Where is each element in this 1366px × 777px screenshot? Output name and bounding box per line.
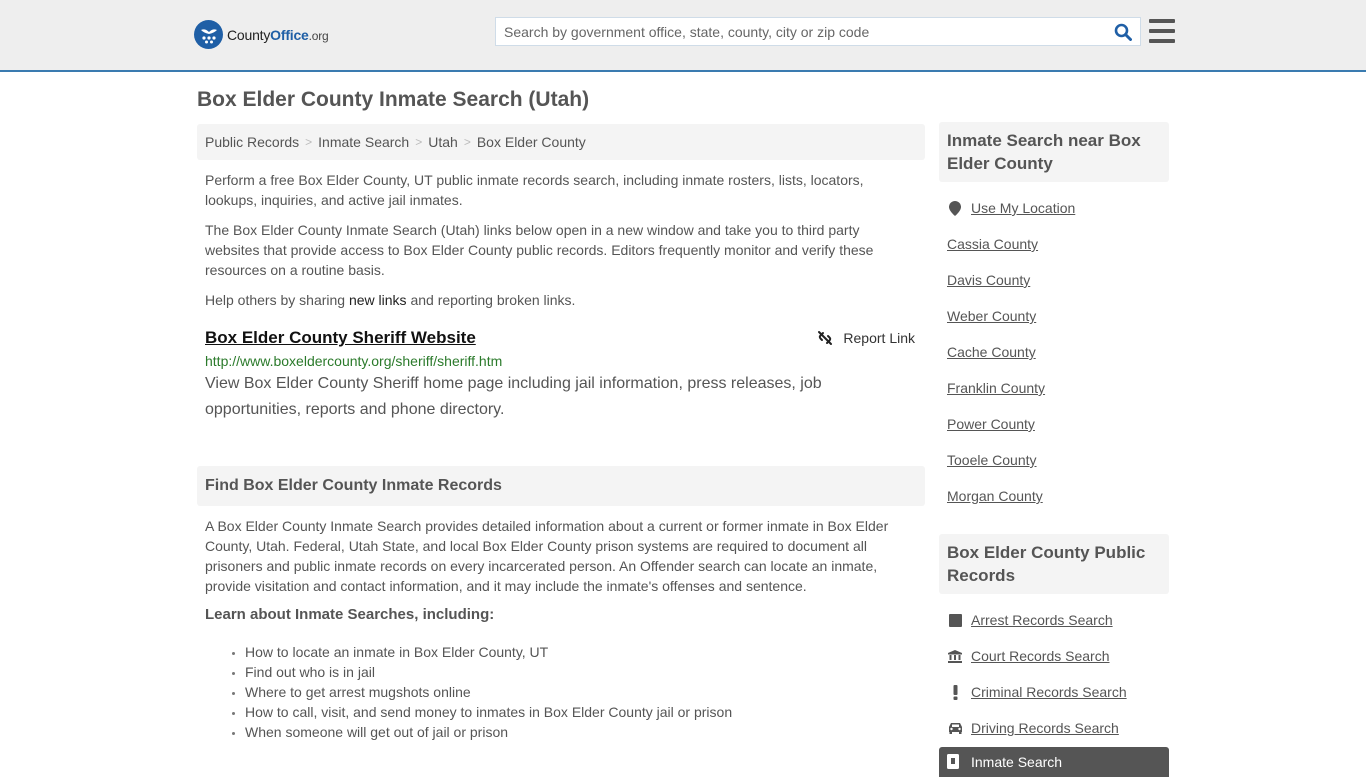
court-records-link[interactable]: Court Records Search	[971, 648, 1110, 664]
logo[interactable]: CountyOffice.org	[194, 20, 329, 49]
logo-text-office: Office	[270, 26, 309, 43]
use-location-item: Use My Location	[947, 190, 1169, 226]
search-icon	[1114, 23, 1132, 41]
disclaimer-paragraph: The Box Elder County Inmate Search (Utah…	[205, 222, 874, 278]
list-item: Find out who is in jail	[245, 662, 925, 682]
sidebar-item-cache-county: Cache County	[947, 334, 1169, 370]
sidebar-item-weber-county: Weber County	[947, 298, 1169, 334]
breadcrumb-separator: >	[305, 135, 313, 149]
courthouse-icon	[947, 649, 963, 663]
hamburger-menu-icon[interactable]	[1149, 19, 1175, 43]
report-link-button[interactable]: Report Link	[817, 330, 915, 346]
menu-bar	[1149, 39, 1175, 43]
breadcrumb: Public Records > Inmate Search > Utah > …	[197, 124, 925, 160]
sidebar-item-inmate-search-active[interactable]: Inmate Search	[939, 747, 1169, 777]
help-text: and reporting broken links.	[406, 292, 576, 308]
learn-heading: Learn about Inmate Searches, including:	[205, 606, 495, 623]
breadcrumb-box-elder-county[interactable]: Box Elder County	[477, 134, 586, 150]
use-my-location-link[interactable]: Use My Location	[971, 200, 1075, 216]
help-text: Help others by sharing	[205, 292, 349, 308]
result-url: http://www.boxeldercounty.org/sheriff/sh…	[205, 353, 503, 369]
breadcrumb-separator: >	[415, 135, 423, 149]
public-records-list: Arrest Records Search Court Records Sear…	[939, 602, 1169, 746]
page-title: Box Elder County Inmate Search (Utah)	[197, 88, 590, 111]
sidebar-item-cassia-county: Cassia County	[947, 226, 1169, 262]
site-header: CountyOffice.org	[0, 0, 1366, 72]
menu-bar	[1149, 19, 1175, 23]
exclamation-icon	[947, 684, 963, 700]
sidebar-item-davis-county: Davis County	[947, 262, 1169, 298]
list-item: When someone will get out of jail or pri…	[245, 722, 925, 742]
sidebar-item-criminal-records: Criminal Records Search	[947, 674, 1169, 710]
county-link[interactable]: Cache County	[947, 344, 1036, 360]
menu-bar	[1149, 29, 1175, 33]
nearby-heading: Inmate Search near Box Elder County	[939, 122, 1169, 182]
breadcrumb-public-records[interactable]: Public Records	[205, 134, 299, 150]
sidebar-item-franklin-county: Franklin County	[947, 370, 1169, 406]
search-bar	[495, 17, 1141, 46]
public-records-heading: Box Elder County Public Records	[939, 534, 1169, 594]
help-paragraph: Help others by sharing new links and rep…	[197, 290, 925, 310]
county-link[interactable]: Power County	[947, 416, 1035, 432]
list-item: How to call, visit, and send money to in…	[245, 702, 925, 722]
sidebar-item-tooele-county: Tooele County	[947, 442, 1169, 478]
sidebar-item-morgan-county: Morgan County	[947, 478, 1169, 514]
main-content: Public Records > Inmate Search > Utah > …	[197, 124, 925, 742]
result-title-link[interactable]: Box Elder County Sheriff Website	[205, 328, 476, 347]
sidebar-item-arrest-records: Arrest Records Search	[947, 602, 1169, 638]
county-link[interactable]: Tooele County	[947, 452, 1037, 468]
county-link[interactable]: Davis County	[947, 272, 1030, 288]
sidebar-item-driving-records: Driving Records Search	[947, 710, 1169, 746]
find-records-heading: Find Box Elder County Inmate Records	[197, 466, 925, 506]
id-badge-icon	[947, 754, 963, 772]
county-link[interactable]: Cassia County	[947, 236, 1038, 252]
logo-eagle-icon	[194, 20, 223, 49]
breadcrumb-utah[interactable]: Utah	[428, 134, 458, 150]
criminal-records-link[interactable]: Criminal Records Search	[971, 684, 1127, 700]
map-marker-icon	[947, 200, 963, 216]
driving-records-link[interactable]: Driving Records Search	[971, 720, 1119, 736]
logo-text-county: County	[227, 26, 271, 43]
logo-text: CountyOffice.org	[227, 27, 329, 43]
search-button[interactable]	[1106, 18, 1140, 45]
arrest-records-link[interactable]: Arrest Records Search	[971, 612, 1113, 628]
learn-list: How to locate an inmate in Box Elder Cou…	[197, 642, 925, 742]
sidebar: Inmate Search near Box Elder County Use …	[939, 122, 1169, 777]
list-item: Where to get arrest mugshots online	[245, 682, 925, 702]
report-link-label: Report Link	[843, 330, 915, 346]
breadcrumb-separator: >	[463, 135, 471, 149]
breadcrumb-inmate-search[interactable]: Inmate Search	[318, 134, 409, 150]
logo-text-org: .org	[308, 28, 329, 43]
county-link[interactable]: Weber County	[947, 308, 1036, 324]
find-records-paragraph: A Box Elder County Inmate Search provide…	[205, 518, 889, 594]
car-icon	[947, 722, 963, 734]
search-input[interactable]	[496, 18, 1106, 45]
result-item: Box Elder County Sheriff Website Report …	[197, 328, 925, 423]
square-icon	[947, 613, 963, 627]
county-link[interactable]: Morgan County	[947, 488, 1043, 504]
new-links-link[interactable]: new links	[349, 292, 407, 308]
sidebar-item-court-records: Court Records Search	[947, 638, 1169, 674]
broken-link-icon	[818, 331, 833, 345]
list-item: How to locate an inmate in Box Elder Cou…	[245, 642, 925, 662]
county-link[interactable]: Franklin County	[947, 380, 1045, 396]
result-description: View Box Elder County Sheriff home page …	[205, 375, 822, 418]
intro-paragraph: Perform a free Box Elder County, UT publ…	[205, 172, 864, 208]
sidebar-item-power-county: Power County	[947, 406, 1169, 442]
nearby-list: Use My Location Cassia County Davis Coun…	[939, 190, 1169, 514]
